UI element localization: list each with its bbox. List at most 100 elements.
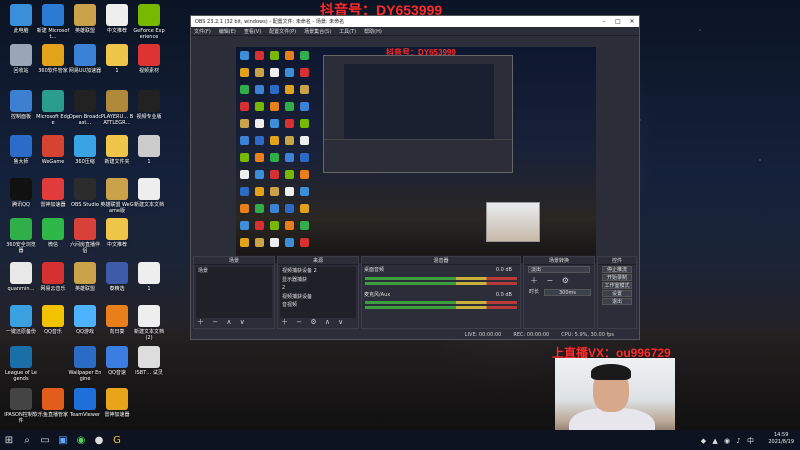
app-icon bbox=[74, 44, 96, 66]
desktop-icon[interactable]: QQ音乐 bbox=[36, 305, 70, 335]
source-item[interactable]: 显示器捕获 bbox=[280, 276, 356, 285]
mixer-dock: 混音器 桌面音频 0.0 dB 麦克风/Aux 0.0 dB bbox=[361, 256, 521, 329]
preview-mini-icon bbox=[300, 170, 309, 179]
desktop-icon[interactable]: QQ游戏 bbox=[68, 305, 102, 335]
desktop-icon[interactable]: 英雄联盟 WeGame版 bbox=[100, 178, 134, 214]
tray-icons[interactable]: ◆ ▲ ◉ ♪ 中 bbox=[701, 436, 756, 446]
menu-item[interactable]: 文件(F) bbox=[194, 28, 211, 35]
source-item[interactable]: 视频捕获设备 2 bbox=[280, 267, 356, 276]
sources-dock-actions[interactable]: ＋ − ⚙ ∧ ∨ bbox=[281, 317, 346, 327]
desktop-icon[interactable]: IPASON控制软件 bbox=[4, 388, 38, 424]
source-item[interactable]: 2 bbox=[280, 284, 356, 293]
desktop-icon[interactable]: 视频专业版 bbox=[132, 90, 166, 120]
desktop-icon[interactable]: 腾讯QQ bbox=[4, 178, 38, 208]
desktop-icon[interactable]: ISBT… 试灵 bbox=[132, 346, 166, 376]
store-icon[interactable]: ▣ bbox=[54, 430, 72, 450]
desktop-icon[interactable]: 360压缩 bbox=[68, 135, 102, 165]
settings-button[interactable]: 设置 bbox=[602, 290, 632, 297]
obs-taskbar-icon[interactable]: ● bbox=[90, 430, 108, 450]
desktop-icon[interactable]: 雷神加速器 bbox=[36, 178, 70, 208]
desktop-icon[interactable]: 网易云音乐 bbox=[36, 262, 70, 292]
obs-preview[interactable]: 抖音号：DY653999 bbox=[236, 47, 596, 263]
desktop-icon[interactable]: OBS Studio bbox=[68, 178, 102, 208]
task-view-icon[interactable]: ▭ bbox=[36, 430, 54, 450]
desktop-icon[interactable]: Microsoft Edge bbox=[36, 90, 70, 126]
rec-status: REC: 00:00:00 bbox=[513, 331, 550, 338]
app-taskbar-icon[interactable]: G bbox=[108, 430, 126, 450]
desktop-icon[interactable]: 控制面板 bbox=[4, 90, 38, 120]
desktop-icon[interactable]: GeForce Experience bbox=[132, 4, 166, 40]
desktop-icon[interactable]: 中文推荐 bbox=[100, 218, 134, 248]
stop-streaming-button[interactable]: 停止推流 bbox=[602, 266, 632, 273]
desktop-icon[interactable]: 360软件管家 bbox=[36, 44, 70, 74]
desktop-icon[interactable]: TeamViewer bbox=[68, 388, 102, 418]
scenes-list[interactable]: 场景 bbox=[196, 267, 272, 318]
menu-item[interactable]: 场景集合(S) bbox=[304, 28, 331, 35]
desktop-icon-label: 新建文本文档 (2) bbox=[133, 329, 164, 341]
desktop-icon[interactable]: League of Legends bbox=[4, 346, 38, 382]
desktop-icon[interactable]: 360安全浏览器 bbox=[4, 218, 38, 254]
browser-icon[interactable]: ◉ bbox=[72, 430, 90, 450]
volume-slider[interactable] bbox=[365, 281, 517, 285]
desktop-icon[interactable]: 1 bbox=[132, 262, 166, 292]
desktop-icon[interactable]: 1 bbox=[132, 135, 166, 165]
duration-input[interactable]: 300ms bbox=[544, 288, 591, 296]
desktop-icon[interactable]: 向日葵 bbox=[100, 305, 134, 335]
menu-item[interactable]: 查看(V) bbox=[244, 28, 261, 35]
minimize-icon[interactable]: – bbox=[597, 18, 611, 25]
desktop-icon[interactable]: 1 bbox=[100, 44, 134, 74]
scenes-dock-actions[interactable]: ＋ − ∧ ∨ bbox=[197, 317, 248, 327]
desktop-icon[interactable]: 网易UU加速器 bbox=[68, 44, 102, 74]
source-item[interactable]: 音视频 bbox=[280, 301, 356, 310]
transition-select[interactable]: 淡出 bbox=[528, 266, 590, 273]
desktop-icon[interactable]: 鲁大师 bbox=[4, 135, 38, 165]
transitions-dock-title: 场景转换 bbox=[524, 257, 594, 265]
obs-titlebar[interactable]: OBS 23.2.1 (32 bit, windows) - 配置文件: 未命名… bbox=[191, 16, 639, 27]
desktop-icon[interactable]: quanmin… bbox=[4, 262, 38, 292]
preview-mini-icon bbox=[270, 238, 279, 247]
desktop-icon[interactable]: 泰精选 bbox=[100, 262, 134, 292]
desktop-icon[interactable]: 新建文件夹 bbox=[100, 135, 134, 165]
studio-mode-button[interactable]: 工作室模式 bbox=[602, 282, 632, 289]
windows-start-icon[interactable]: ⊞ bbox=[0, 430, 18, 450]
transition-add-remove[interactable]: ＋ − ⚙ bbox=[530, 275, 588, 286]
desktop-icon[interactable]: WeGame bbox=[36, 135, 70, 165]
desktop-icon[interactable]: 中文推荐 bbox=[100, 4, 134, 34]
app-icon bbox=[74, 4, 96, 26]
source-item[interactable]: 视频捕获设备 bbox=[280, 293, 356, 302]
desktop-icon[interactable]: QQ音速 bbox=[100, 346, 134, 376]
desktop-icon[interactable]: 此电脑 bbox=[4, 4, 38, 34]
exit-button[interactable]: 退出 bbox=[602, 298, 632, 305]
desktop-icon[interactable]: 视频素材 bbox=[132, 44, 166, 74]
start-recording-button[interactable]: 开始录制 bbox=[602, 274, 632, 281]
desktop-icon-label: QQ音乐 bbox=[44, 329, 62, 335]
menu-item[interactable]: 工具(T) bbox=[339, 28, 356, 35]
scene-item[interactable]: 场景 bbox=[196, 267, 272, 276]
desktop-icon[interactable]: 英雄联盟 bbox=[68, 262, 102, 292]
taskbar-clock[interactable]: 14:59 2021/8/19 bbox=[768, 432, 794, 446]
desktop-icon[interactable]: 微信 bbox=[36, 218, 70, 248]
desktop-icon[interactable]: 一键还原备份 bbox=[4, 305, 38, 335]
volume-slider[interactable] bbox=[365, 306, 517, 309]
desktop-icon[interactable]: 新建 Microsoft… bbox=[36, 4, 70, 40]
app-icon bbox=[42, 262, 64, 284]
desktop-icon[interactable]: PLAYERU… BATTLEGR… bbox=[100, 90, 134, 126]
desktop-icon[interactable]: 英雄联盟 bbox=[68, 4, 102, 34]
preview-mini-icon bbox=[270, 119, 279, 128]
search-icon[interactable]: ⌕ bbox=[18, 430, 36, 450]
desktop-icon[interactable]: 六间房直播伴侣 bbox=[68, 218, 102, 254]
desktop-icon[interactable]: 雷神加速器 bbox=[100, 388, 134, 418]
preview-mini-icon bbox=[240, 119, 249, 128]
menu-item[interactable]: 编辑(E) bbox=[219, 28, 236, 35]
sources-list[interactable]: 视频捕获设备 2 显示器捕获 2 视频捕获设备 音视频 bbox=[280, 267, 356, 318]
close-icon[interactable]: ✕ bbox=[625, 18, 639, 25]
menu-item[interactable]: 配置文件(P) bbox=[269, 28, 296, 35]
desktop-icon[interactable]: 回收站 bbox=[4, 44, 38, 74]
desktop-icon[interactable]: Wallpaper Engine bbox=[68, 346, 102, 382]
menu-item[interactable]: 帮助(H) bbox=[364, 28, 382, 35]
desktop-icon[interactable]: 新建文本文档 (2) bbox=[132, 305, 166, 341]
maximize-icon[interactable]: □ bbox=[611, 18, 625, 25]
desktop-icon[interactable]: 新建文本文档 bbox=[132, 178, 166, 208]
desktop-icon[interactable]: Open Broadcast… bbox=[68, 90, 102, 126]
desktop-icon[interactable]: 乐鱼直播管家 bbox=[36, 388, 70, 418]
